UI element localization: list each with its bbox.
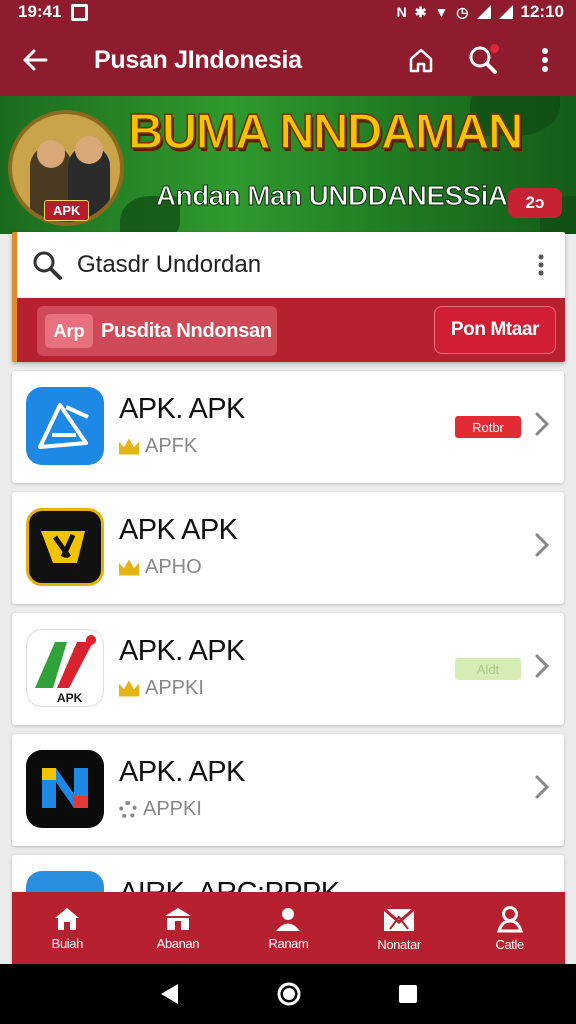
chevron-right-icon — [535, 533, 550, 557]
promo-chip-tag: Arp — [45, 314, 93, 348]
status-left: 19:41 — [18, 2, 89, 22]
notification-dot — [490, 44, 499, 53]
back-arrow-icon — [23, 49, 48, 71]
status-right: N ✱ ▼ ◷ 12:10 — [397, 2, 564, 22]
apk-blue-icon — [26, 387, 104, 465]
app-meta: APHO — [119, 556, 202, 579]
app-meta-label: APHO — [145, 556, 202, 578]
bluetooth-icon: ✱ — [414, 3, 427, 20]
apk-green-icon: APK — [26, 629, 104, 707]
gear-icon — [119, 800, 137, 819]
app-meta-label: APPKI — [143, 798, 202, 820]
promo-row: Arp Pusdita Nndonsan Pon Mtaar — [17, 298, 565, 362]
search-row — [17, 232, 565, 298]
nav-item-profile[interactable]: Catle — [454, 892, 565, 964]
wifi-icon: ▼ — [434, 4, 449, 20]
app-meta-label: APPKI — [145, 677, 204, 699]
list-item[interactable]: APK APK. APK APPKI Aldt — [12, 613, 564, 725]
profile-icon — [496, 905, 523, 932]
nfc-icon: N — [396, 4, 407, 20]
search-card: Arp Pusdita Nndonsan Pon Mtaar — [12, 232, 565, 362]
list-item[interactable]: APK APK APHO — [12, 492, 564, 604]
crown-icon — [119, 438, 139, 455]
home-icon — [55, 907, 80, 930]
banner-ribbon: APK — [44, 200, 90, 221]
bottom-nav: Buiah Abanan Ranam Nonatar Catle — [12, 892, 565, 964]
app-meta-label: APFK — [145, 435, 198, 457]
app-name: APK. APK — [119, 756, 245, 788]
crown-icon — [119, 680, 139, 697]
app-meta: APFK — [119, 435, 197, 458]
system-nav-bar — [0, 964, 576, 1024]
status-time-right: 12:10 — [520, 2, 564, 21]
figure-head — [37, 140, 65, 168]
apk-gradient-icon — [26, 750, 104, 828]
signal-icon — [476, 5, 491, 19]
store-icon — [164, 907, 191, 930]
search-button[interactable] — [452, 24, 514, 96]
more-button[interactable] — [514, 24, 576, 96]
search-input[interactable] — [77, 251, 517, 279]
app-tag: Rotbr — [455, 416, 521, 438]
nav-label: Abanan — [156, 935, 200, 951]
crown-icon — [119, 559, 139, 576]
nav-item-person[interactable]: Ranam — [233, 892, 344, 964]
more-vert-icon — [538, 254, 544, 276]
promo-button[interactable]: Pon Mtaar — [434, 306, 556, 354]
banner-headline: BUMA NNDAMAN — [127, 104, 524, 160]
figure-head — [75, 136, 103, 164]
app-name: APK. APK — [119, 393, 245, 425]
app-bar: Pusan JIndonesia — [0, 24, 576, 96]
app-name: APK. APK — [119, 635, 245, 667]
nav-label: Nonatar — [377, 936, 421, 952]
chevron-right-icon — [535, 775, 550, 799]
nav-item-mail[interactable]: Nonatar — [344, 892, 455, 964]
app-tag: Aldt — [455, 658, 521, 680]
more-vert-icon — [542, 48, 548, 72]
nav-label: Buiah — [51, 935, 84, 951]
home-icon — [409, 48, 433, 73]
list-item[interactable]: APK. APK APPKI — [12, 734, 564, 846]
search-icon-wrap — [17, 249, 77, 281]
alarm-icon: ◷ — [456, 3, 469, 20]
promo-chip[interactable]: Arp Pusdita Nndonsan — [37, 306, 277, 356]
svg-text:APK: APK — [57, 691, 83, 705]
apk-black-yellow-icon — [26, 508, 104, 586]
app-name: APK APK — [119, 514, 238, 546]
promo-banner[interactable]: APK BUMA NNDAMAN Andan Man UNDDANESSiA 2… — [0, 96, 576, 234]
list-item[interactable]: APK. APK APFK Rotbr — [12, 371, 564, 483]
back-button[interactable] — [0, 24, 70, 96]
home-button[interactable] — [390, 24, 452, 96]
nav-label: Ranam — [268, 935, 309, 951]
nav-label: Catle — [495, 936, 524, 952]
nav-item-store[interactable]: Abanan — [123, 892, 234, 964]
app-meta: APPKI — [119, 798, 202, 821]
search-more-button[interactable] — [517, 254, 565, 276]
banner-badge[interactable]: 2ɔ — [508, 188, 562, 218]
nav-item-home[interactable]: Buiah — [12, 892, 123, 964]
back-triangle-icon[interactable] — [158, 982, 180, 1006]
home-circle-icon[interactable] — [276, 981, 302, 1007]
chevron-right-icon — [535, 654, 550, 678]
chevron-right-icon — [535, 412, 550, 436]
search-icon — [33, 251, 62, 280]
person-icon — [276, 907, 301, 931]
gallery-icon — [71, 3, 89, 21]
page-title: Pusan JIndonesia — [94, 45, 302, 74]
status-bar: 19:41 N ✱ ▼ ◷ 12:10 — [0, 0, 576, 24]
screen: { "status_bar": { "time_left": "19:41", … — [0, 0, 576, 1024]
status-time-left: 19:41 — [18, 2, 62, 21]
mail-icon — [383, 907, 416, 931]
app-meta: APPKI — [119, 677, 204, 700]
banner-subline: Andan Man UNDDANESSiA — [155, 180, 508, 212]
promo-chip-label: Pusdita Nndonsan — [101, 319, 272, 342]
battery-icon — [498, 5, 513, 19]
recents-square-icon[interactable] — [398, 984, 418, 1004]
